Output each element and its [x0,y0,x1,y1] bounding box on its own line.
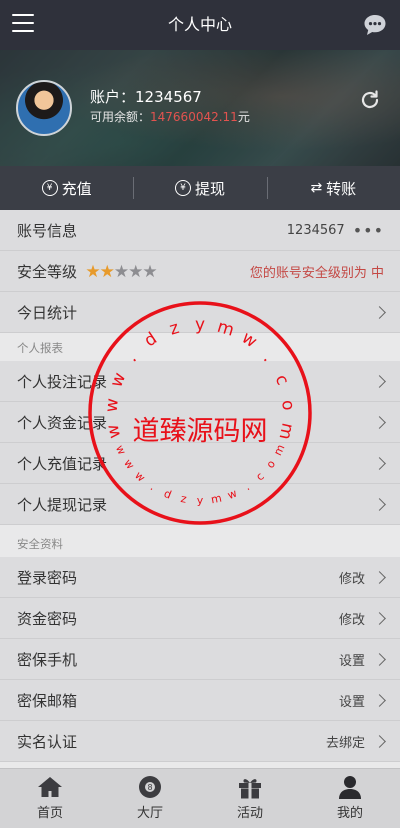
chevron-right-icon [373,734,386,748]
chevron-right-icon [373,374,386,388]
chevron-right-icon [373,652,386,666]
gift-icon [239,779,261,799]
section-title: 个人报表 [0,333,400,361]
account-number: 1234567 [135,88,202,106]
row-today-stats[interactable]: 今日统计 [0,292,400,333]
action-bar: ¥ 充值 ¥ 提现 ⇄ 转账 [0,166,400,210]
profile-banner: 账户：1234567 可用余额：147660042.11元 [0,50,400,166]
row-login-password[interactable]: 登录密码 修改 [0,557,400,598]
row-label: 密保邮箱 [17,691,78,710]
row-account-info[interactable]: 账号信息 1234567 ••• [0,210,400,251]
balance-amount: 147660042.11 [150,110,238,124]
tab-lobby[interactable]: 8 大厅 [100,769,200,828]
account-label: 账户： [90,88,136,106]
transfer-label: 转账 [326,179,357,198]
yen-coin-icon: ¥ [174,180,191,196]
page-title: 个人中心 [167,15,232,34]
star-icon: ★ [128,261,143,282]
security-level-label: 安全等级 [17,262,78,281]
home-icon [38,777,62,797]
balance-line: 可用余额：147660042.11元 [90,108,250,125]
tab-label: 活动 [236,806,263,821]
row-action: 设置 [338,694,365,710]
row-label: 个人资金记录 [17,413,108,432]
user-icon [339,776,361,799]
chevron-right-icon [373,456,386,470]
row-label: 资金密码 [17,609,78,628]
row-fund-records[interactable]: 个人资金记录 [0,402,400,443]
tab-mine[interactable]: 我的 [300,769,400,828]
transfer-button[interactable]: ⇄ 转账 [266,166,400,210]
yen-coin-icon: ¥ [41,180,58,196]
account-line: 账户：1234567 [90,86,202,107]
row-label: 个人提现记录 [17,495,108,514]
row-action: 设置 [338,653,365,669]
withdraw-label: 提现 [194,179,225,198]
account-info-value: 1234567 [286,222,345,238]
chat-bubble-icon[interactable] [362,12,388,38]
star-icon: ★ [142,261,157,282]
row-security-phone[interactable]: 密保手机 设置 [0,639,400,680]
account-list: 账号信息 1234567 ••• 安全等级 ★★★★★ 您的账号安全级别为 中 … [0,210,400,333]
chevron-right-icon [373,693,386,707]
chevron-right-icon [373,570,386,584]
recharge-label: 充值 [61,179,92,198]
section-title: 安全资料 [0,529,400,557]
row-security-email[interactable]: 密保邮箱 设置 [0,680,400,721]
tab-home[interactable]: 首页 [0,769,100,828]
security-section: 安全资料 登录密码 修改 资金密码 修改 密保手机 设置 密保邮箱 设置 实名认… [0,529,400,762]
row-security-level: 安全等级 ★★★★★ 您的账号安全级别为 中 [0,251,400,292]
row-real-name[interactable]: 实名认证 去绑定 [0,721,400,762]
tab-activity[interactable]: 活动 [200,769,300,828]
row-label: 今日统计 [17,303,78,322]
row-label: 安全等级 ★★★★★ [17,261,250,282]
row-bet-records[interactable]: 个人投注记录 [0,361,400,402]
chevron-right-icon [373,305,386,319]
star-icon: ★ [113,261,129,282]
row-action: 修改 [338,571,365,587]
refresh-icon[interactable] [358,88,382,112]
balance-unit: 元 [237,110,250,124]
security-stars: ★★★★★ [81,262,157,282]
row-action: 修改 [338,612,365,628]
row-label: 密保手机 [17,650,78,669]
recharge-button[interactable]: ¥ 充值 [0,166,133,210]
bottom-tabbar: 首页 8 大厅 活动 我的 [0,768,400,828]
row-recharge-records[interactable]: 个人充值记录 [0,443,400,484]
top-header: 个人中心 [0,0,400,50]
tab-label: 我的 [336,806,363,821]
row-label: 登录密码 [17,568,78,587]
chevron-right-icon [373,497,386,511]
tab-label: 大厅 [136,806,163,821]
chevron-right-icon [373,611,386,625]
more-dots-icon[interactable]: ••• [353,221,384,240]
row-withdraw-records[interactable]: 个人提现记录 [0,484,400,525]
svg-text:8: 8 [147,783,152,792]
withdraw-button[interactable]: ¥ 提现 [133,166,266,210]
row-label: 个人投注记录 [17,372,108,391]
star-icon: ★ [85,261,100,282]
tab-label: 首页 [36,806,63,821]
transfer-arrows-icon: ⇄ [310,180,323,196]
report-section: 个人报表 个人投注记录 个人资金记录 个人充值记录 个人提现记录 [0,333,400,525]
avatar[interactable] [16,80,72,136]
row-fund-password[interactable]: 资金密码 修改 [0,598,400,639]
row-action: 去绑定 [325,735,365,751]
balance-label: 可用余额： [90,110,151,124]
chevron-right-icon [373,415,386,429]
star-icon: ★ [99,261,115,282]
row-label: 个人充值记录 [17,454,108,473]
row-label: 账号信息 [17,221,78,240]
security-note: 您的账号安全级别为 中 [249,265,384,281]
billiard-ball-icon: 8 [139,776,161,798]
row-label: 实名认证 [17,732,78,751]
